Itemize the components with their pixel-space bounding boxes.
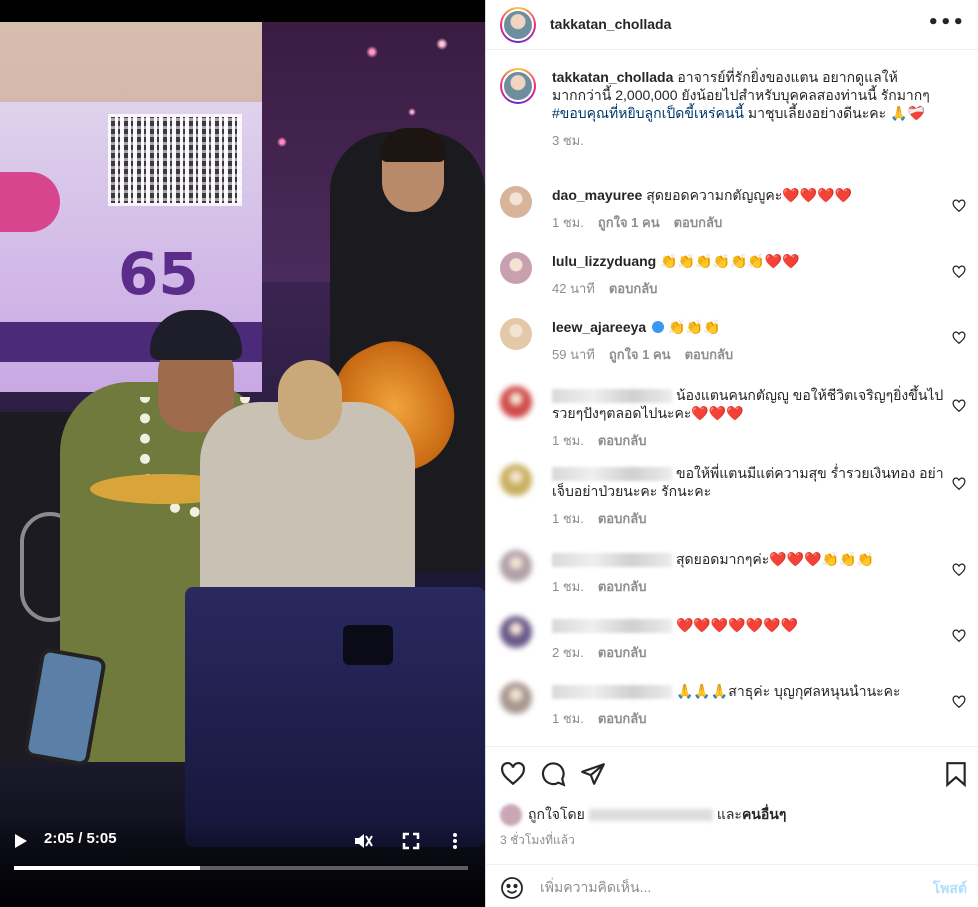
posted-time: 3 ชั่วโมงที่แล้ว bbox=[500, 833, 575, 847]
comment-username[interactable]: lulu_lizzyduang bbox=[552, 253, 656, 269]
comment-icon[interactable] bbox=[540, 761, 566, 787]
comment-reply-button[interactable]: ตอบกลับ bbox=[609, 281, 658, 296]
caption-username[interactable]: takkatan_chollada bbox=[552, 69, 673, 85]
comment-username-hidden[interactable] bbox=[552, 553, 672, 568]
comment-time: 1 ชม. bbox=[552, 433, 584, 448]
comment-avatar[interactable] bbox=[500, 186, 532, 218]
liked-by-and: และ bbox=[716, 806, 742, 822]
comment-avatar[interactable] bbox=[500, 550, 532, 582]
comment-like-heart-icon[interactable] bbox=[952, 476, 966, 491]
emoji-icon[interactable] bbox=[500, 876, 524, 900]
more-icon[interactable] bbox=[452, 832, 458, 850]
comment-like-heart-icon[interactable] bbox=[952, 398, 966, 413]
comment-text: 👏👏👏👏👏👏❤️❤️ bbox=[660, 253, 800, 269]
comment-like-heart-icon[interactable] bbox=[952, 562, 966, 577]
video-progress-bar[interactable] bbox=[14, 866, 468, 870]
comment-likes[interactable]: ถูกใจ 1 คน bbox=[598, 215, 660, 230]
comment-time: 1 ชม. bbox=[552, 579, 584, 594]
play-icon[interactable] bbox=[14, 832, 30, 850]
comment-time: 42 นาที bbox=[552, 281, 595, 296]
comment-username-hidden[interactable] bbox=[552, 467, 672, 482]
more-options-icon[interactable]: ••• bbox=[927, 12, 965, 33]
liked-by-prefix: ถูกใจโดย bbox=[528, 806, 585, 822]
comment-text: ❤️❤️❤️❤️❤️❤️❤️ bbox=[676, 617, 799, 633]
comment-text: 👏👏👏 bbox=[668, 319, 721, 335]
comment-avatar[interactable] bbox=[500, 318, 532, 350]
bookmark-icon[interactable] bbox=[944, 761, 970, 788]
share-icon[interactable] bbox=[580, 761, 606, 787]
liked-by-others[interactable]: คนอื่นๆ bbox=[742, 804, 786, 826]
comment-reply-button[interactable]: ตอบกลับ bbox=[598, 579, 647, 594]
video-frame: 65 bbox=[0, 22, 485, 907]
comment-username[interactable]: dao_mayuree bbox=[552, 187, 642, 203]
caption-tail: มาชุบเลี้ยงอย่างดีนะคะ 🙏❤️‍🩹 bbox=[743, 105, 925, 121]
caption-avatar[interactable] bbox=[500, 68, 536, 104]
post-header: takkatan_chollada ••• bbox=[486, 0, 978, 50]
comment-like-heart-icon[interactable] bbox=[952, 198, 966, 213]
heart-icon[interactable] bbox=[500, 761, 526, 787]
video-time: 2:05 / 5:05 bbox=[44, 830, 117, 847]
post-comment-button[interactable]: โพสต์ bbox=[933, 878, 967, 900]
video-player[interactable]: 65 2:05 / 5:05 bbox=[0, 0, 485, 907]
comment-username-hidden[interactable] bbox=[552, 685, 672, 700]
comment-likes[interactable]: ถูกใจ 1 คน bbox=[609, 347, 671, 362]
comment-time: 2 ชม. bbox=[552, 645, 584, 660]
fullscreen-icon[interactable] bbox=[402, 832, 420, 850]
comment-time: 1 ชม. bbox=[552, 511, 584, 526]
comment-reply-button[interactable]: ตอบกลับ bbox=[598, 711, 647, 726]
avatar[interactable] bbox=[500, 7, 536, 43]
comment-like-heart-icon[interactable] bbox=[952, 264, 966, 279]
comment-username-hidden[interactable] bbox=[552, 389, 672, 404]
liked-by-user[interactable] bbox=[588, 809, 713, 821]
comment-avatar[interactable] bbox=[500, 464, 532, 496]
comment-reply-button[interactable]: ตอบกลับ bbox=[674, 215, 723, 230]
comment-reply-button[interactable]: ตอบกลับ bbox=[598, 433, 647, 448]
comments-list: takkatan_chollada อาจารย์ที่รักยิ่งของแตน… bbox=[486, 56, 978, 746]
comment-reply-button[interactable]: ตอบกลับ bbox=[598, 511, 647, 526]
liked-by[interactable]: ถูกใจโดย และ คนอื่นๆ bbox=[500, 804, 786, 826]
comment-avatar[interactable] bbox=[500, 616, 532, 648]
liked-by-avatar bbox=[500, 804, 522, 826]
post-panel: takkatan_chollada ••• takkatan_chollada อ… bbox=[485, 0, 978, 907]
stage-speaker bbox=[185, 587, 485, 847]
comment-username-hidden[interactable] bbox=[552, 619, 672, 634]
comment-reply-button[interactable]: ตอบกลับ bbox=[685, 347, 734, 362]
comment-time: 1 ชม. bbox=[552, 711, 584, 726]
mute-icon[interactable] bbox=[353, 832, 373, 850]
video-progress-fill bbox=[14, 866, 201, 870]
comment-time: 59 นาที bbox=[552, 347, 595, 362]
comment-time: 1 ชม. bbox=[552, 215, 584, 230]
comment-input[interactable] bbox=[540, 875, 900, 899]
comment-avatar[interactable] bbox=[500, 386, 532, 418]
comment-like-heart-icon[interactable] bbox=[952, 330, 966, 345]
comment-username[interactable]: leew_ajareeya bbox=[552, 319, 646, 335]
comment-text: สุดยอดมากๆค่ะ❤️❤️❤️👏👏👏 bbox=[676, 551, 874, 567]
add-comment-bar: โพสต์ bbox=[486, 864, 978, 907]
caption-hashtag[interactable]: #ขอบคุณที่หยิบลูกเป็ดขี้เหร่คนนี้ bbox=[552, 105, 744, 121]
comment-reply-button[interactable]: ตอบกลับ bbox=[598, 645, 647, 660]
comment-text: 🙏🙏🙏สาธุค่ะ บุญกุศลหนุนนำนะคะ bbox=[676, 683, 901, 699]
post-username[interactable]: takkatan_chollada bbox=[550, 16, 671, 32]
comment-like-heart-icon[interactable] bbox=[952, 628, 966, 643]
video-controls: 2:05 / 5:05 bbox=[0, 818, 485, 907]
comment-like-heart-icon[interactable] bbox=[952, 694, 966, 709]
comment-avatar[interactable] bbox=[500, 682, 532, 714]
post-actions: ถูกใจโดย และ คนอื่นๆ 3 ชั่วโมงที่แล้ว bbox=[486, 746, 978, 863]
verified-badge-icon bbox=[652, 321, 665, 333]
comment-text: สุดยอดความกตัญญูคะ❤️❤️❤️❤️ bbox=[646, 187, 852, 203]
caption-time: 3 ชม. bbox=[552, 133, 584, 148]
comment-avatar[interactable] bbox=[500, 252, 532, 284]
